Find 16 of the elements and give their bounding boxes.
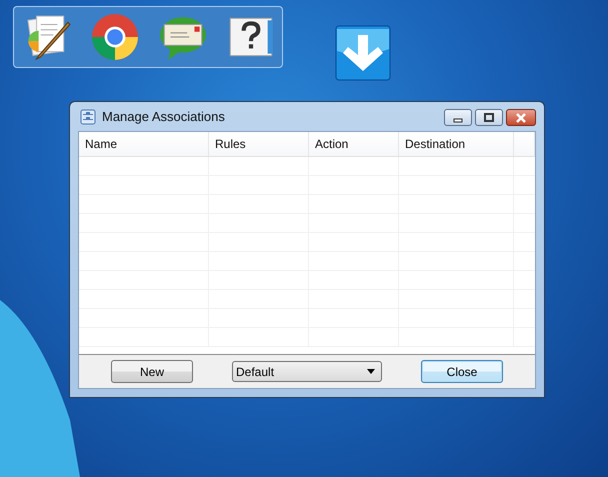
- close-icon: [515, 112, 527, 122]
- column-header[interactable]: Action: [309, 132, 399, 156]
- close-button[interactable]: [506, 109, 536, 126]
- dropdown[interactable]: Default: [232, 361, 382, 382]
- push-button[interactable]: New: [111, 360, 193, 383]
- caret-icon: [367, 369, 375, 374]
- column-header[interactable]: Name: [79, 132, 209, 156]
- browser-icon[interactable]: [90, 12, 140, 62]
- column-header[interactable]: Destination: [399, 132, 514, 156]
- push-button[interactable]: Close: [421, 360, 503, 383]
- maximize-icon: [484, 112, 494, 122]
- column-header[interactable]: Rules: [209, 132, 309, 156]
- minimize-button[interactable]: [444, 109, 472, 126]
- window-title: Manage Associations: [102, 109, 226, 124]
- app-icon: [80, 108, 96, 124]
- maximize-button[interactable]: [475, 109, 503, 126]
